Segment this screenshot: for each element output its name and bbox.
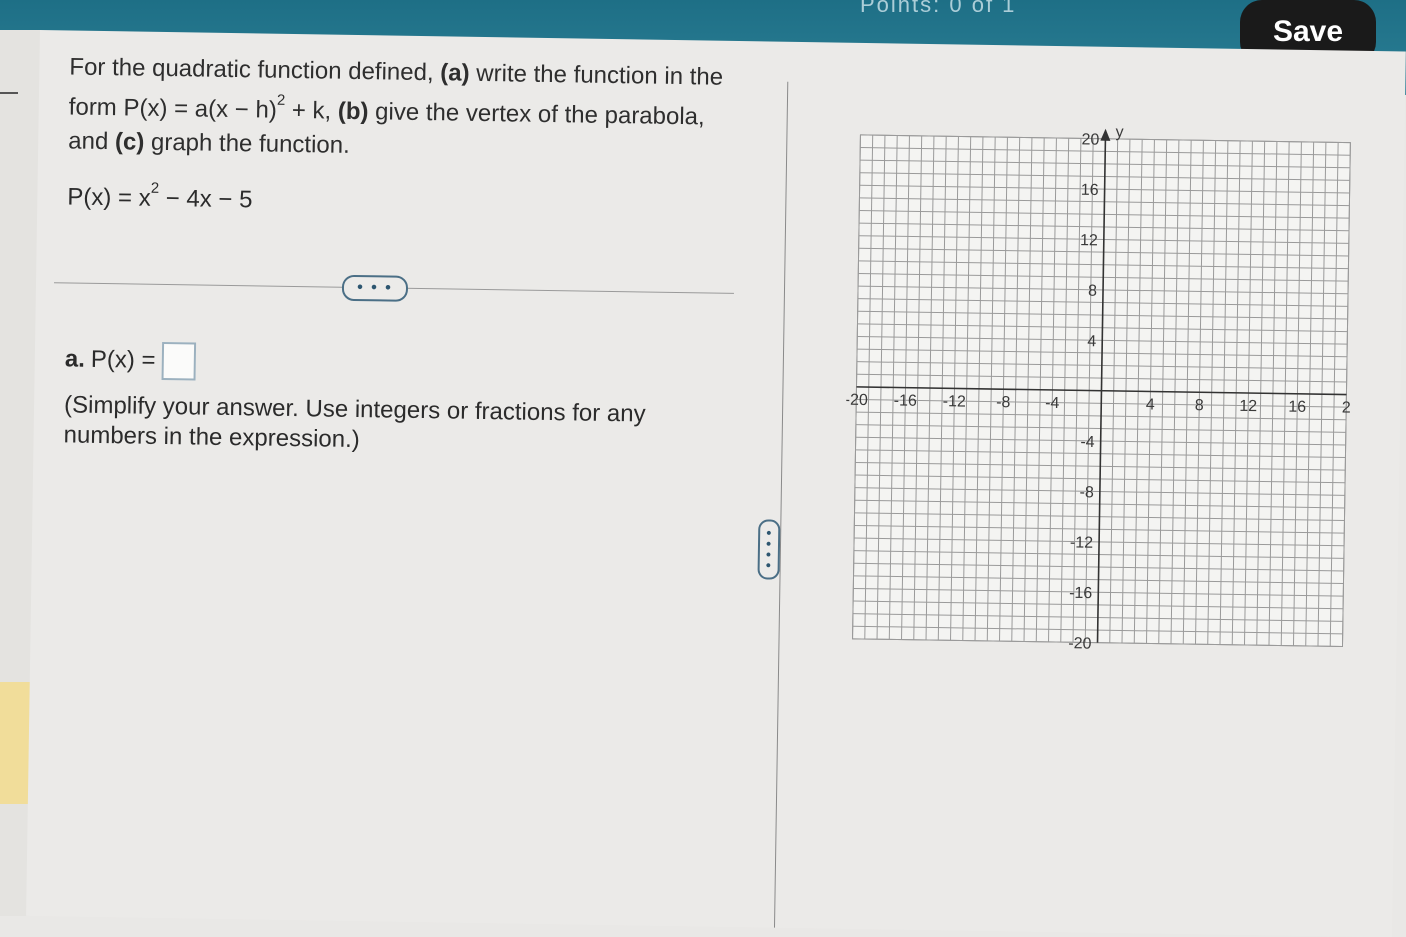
function-exponent: 2 xyxy=(150,179,160,197)
question-panel: For the quadratic function defined, (a) … xyxy=(26,30,1406,937)
x-tick-label: 4 xyxy=(1146,396,1155,413)
y-axis-label: y xyxy=(1115,124,1123,141)
coordinate-grid[interactable]: y -20 -16 -12 -8 -4 4 8 12 16 2 20 16 12 8 4 -4 -8 -12 -16 -… xyxy=(842,119,1360,657)
y-tick-label: -16 xyxy=(1069,585,1092,602)
y-tick-label: -8 xyxy=(1079,484,1094,501)
expand-button[interactable]: • • • xyxy=(341,274,409,302)
y-tick-label: -4 xyxy=(1080,434,1095,451)
answer-row: a. P(x) = xyxy=(64,340,196,381)
function-rhs: − 4x − 5 xyxy=(158,184,253,214)
answer-prefix: P(x) = xyxy=(90,345,156,374)
resize-handle[interactable]: • • • • xyxy=(757,519,781,580)
x-tick-label: -12 xyxy=(943,393,966,410)
x-tick-label: -4 xyxy=(1045,395,1060,412)
y-tick-label: 20 xyxy=(1081,131,1099,148)
y-tick-label: 4 xyxy=(1087,333,1096,350)
y-tick-label: 12 xyxy=(1080,232,1098,249)
points-progress: Points: 0 of 1 xyxy=(860,0,1017,17)
x-tick-label: -20 xyxy=(845,392,868,409)
x-tick-label: 16 xyxy=(1288,399,1306,416)
x-tick-label: -16 xyxy=(894,392,917,409)
graph-area[interactable]: y -20 -16 -12 -8 -4 4 8 12 16 2 20 16 12 8 4 -4 -8 -12 -16 -… xyxy=(842,119,1360,662)
function-definition: P(x) = x2 − 4x − 5 xyxy=(67,179,253,214)
part-b-tag: (b) xyxy=(337,97,369,126)
answer-instructions: (Simplify your answer. Use integers or f… xyxy=(63,391,646,454)
question-intro: For the quadratic function defined, xyxy=(69,53,434,87)
x-tick-label: -8 xyxy=(996,394,1011,411)
part-c-text: graph the function. xyxy=(150,128,350,159)
part-a-tag: (a) xyxy=(440,59,470,87)
form-lhs: P(x) = a(x − h) xyxy=(123,94,278,124)
function-lhs: P(x) = x xyxy=(67,183,151,212)
strip-dash xyxy=(0,92,18,94)
answer-part-label: a. xyxy=(64,345,86,373)
part-c-tag: (c) xyxy=(114,128,145,156)
y-tick-label: -12 xyxy=(1070,534,1093,551)
x-tick-label: 12 xyxy=(1239,398,1257,415)
y-tick-label: -20 xyxy=(1068,635,1091,652)
x-tick-label: 2 xyxy=(1342,399,1351,416)
form-rhs: + k, xyxy=(284,96,332,125)
question-text: For the quadratic function defined, (a) … xyxy=(68,50,730,168)
form-exponent: 2 xyxy=(276,91,286,109)
answer-input[interactable] xyxy=(161,341,196,381)
x-tick-label: 8 xyxy=(1195,397,1204,414)
y-tick-label: 16 xyxy=(1081,182,1099,199)
y-tick-label: 8 xyxy=(1088,283,1097,300)
y-axis-arrow xyxy=(1100,128,1111,141)
panel-divider xyxy=(773,81,789,928)
